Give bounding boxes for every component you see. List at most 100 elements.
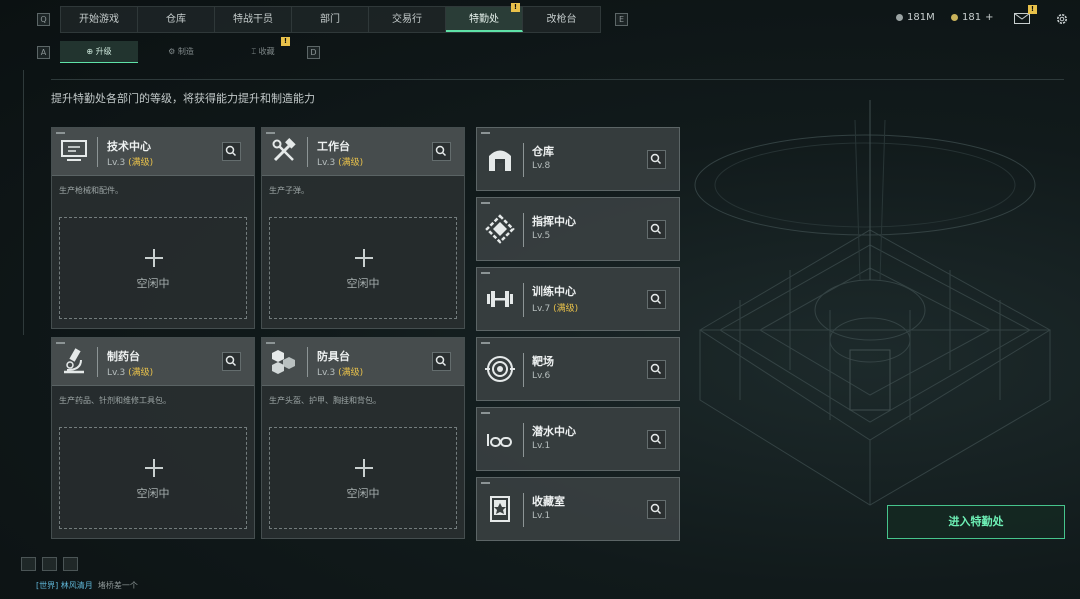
inspect-button[interactable] [647,220,666,239]
corner-mark [56,342,65,344]
card-title: 防具台 [317,350,350,363]
inspect-button[interactable] [222,352,241,371]
currency-primary[interactable]: 181M [896,12,935,23]
production-slot[interactable]: 空闲中 [269,427,457,529]
coin-icon [896,14,903,21]
corner-mark [266,132,275,134]
subtab-collection[interactable]: ⌶ 收藏! [224,37,302,63]
tab-trading[interactable]: 交易行 [369,7,446,32]
room-warehouse[interactable]: 仓库 Lv.8 [476,127,680,191]
tab-department[interactable]: 部门 [292,7,369,32]
tab-special-ops[interactable]: 特勤处! [446,3,523,32]
card-level: Lv.3 (满级) [317,155,363,168]
header-divider [51,79,1064,80]
subtab-craft-label: 制造 [177,47,194,56]
currency-secondary[interactable]: 181 + [951,12,993,23]
inspect-button[interactable] [647,500,666,519]
chat-channel: [世界] [36,581,59,590]
chat-message[interactable]: [世界] 林风清月 堵桥差一个 [36,580,138,591]
corner-mark [481,412,490,414]
inspect-button[interactable] [647,290,666,309]
subtab-upgrade-label: 升级 [95,47,112,56]
gear-icon [1057,14,1067,24]
key-hint-d: D [307,46,320,59]
chat-toggle-1[interactable] [21,557,36,571]
room-diving-center[interactable]: 潜水中心 Lv.1 [476,407,680,471]
card-level: Lv.3 (满级) [317,365,363,378]
settings-button[interactable] [1055,11,1069,25]
level-text: Lv.3 [317,158,336,168]
level-text: Lv.1 [532,441,551,451]
card-description: 生产药品、针剂和维修工具包。 [59,396,171,405]
left-decor-line [23,70,24,335]
plus-icon [145,459,163,477]
inspect-button[interactable] [222,142,241,161]
room-level: Lv.8 [532,161,550,171]
search-icon [650,433,662,445]
search-icon [650,223,662,235]
level-text: Lv.3 [107,158,126,168]
chat-toggle-2[interactable] [42,557,57,571]
plus-icon [145,249,163,267]
workshop-card-workbench[interactable]: 工作台 Lv.3 (满级) 生产子弹。 空闲中 [261,127,465,329]
chat-toggle-3[interactable] [63,557,78,571]
header-separator [97,347,98,377]
slot-status: 空闲中 [346,277,380,290]
subtab-collection-label: 收藏 [258,47,275,56]
room-level: Lv.1 [532,441,550,451]
plus-icon [355,249,373,267]
inspect-button[interactable] [647,360,666,379]
subtab-upgrade[interactable]: ⊕ 升级 [60,41,138,63]
room-collection[interactable]: 收藏室 Lv.1 [476,477,680,541]
header-separator [307,347,308,377]
currency-primary-amount: 181M [907,12,935,23]
headquarters-base-artwork [694,100,1051,506]
level-text: Lv.3 [317,368,336,378]
inspect-button[interactable] [647,430,666,449]
production-slot[interactable]: 空闲中 [59,427,247,529]
mail-button[interactable]: ! [1014,5,1037,24]
diving-mask-icon [487,434,512,447]
card-header: 防具台 Lv.3 (满级) [262,338,464,386]
currency-add-button[interactable]: + [985,12,993,23]
card-title: 技术中心 [107,140,151,153]
subtab-craft[interactable]: ⚙ 制造 [142,41,220,63]
card-description: 生产枪械和配件。 [59,186,123,195]
plus-icon [355,459,373,477]
tab-gunsmith[interactable]: 改枪台 [523,7,600,32]
tab-operators[interactable]: 特战干员 [215,7,292,32]
production-slot[interactable]: 空闲中 [59,217,247,319]
room-training-center[interactable]: 训练中心 Lv.7 (满级) [476,267,680,331]
room-separator [523,143,524,177]
room-title: 靶场 [532,355,554,368]
room-command-center[interactable]: 指挥中心 Lv.5 [476,197,680,261]
corner-mark [481,482,490,484]
page-description: 提升特勤处各部门的等级，将获得能力提升和制造能力 [51,92,315,105]
room-separator [523,493,524,527]
workshop-card-armor-bench[interactable]: 防具台 Lv.3 (满级) 生产头盔、护甲、胸挂和背包。 空闲中 [261,337,465,539]
production-slot[interactable]: 空闲中 [269,217,457,319]
tab-warehouse[interactable]: 仓库 [138,7,215,32]
room-shooting-range[interactable]: 靶场 Lv.6 [476,337,680,401]
tab-start-game[interactable]: 开始游戏 [61,7,138,32]
warehouse-icon [489,150,511,171]
room-title: 潜水中心 [532,425,576,438]
cubes-icon [272,350,295,374]
inspect-button[interactable] [647,150,666,169]
card-level: Lv.3 (满级) [107,365,153,378]
level-text: Lv.8 [532,161,551,171]
workshop-card-tech-center[interactable]: 技术中心 Lv.3 (满级) 生产枪械和配件。 空闲中 [51,127,255,329]
currency-secondary-amount: 181 [962,12,982,23]
tools-icon [272,138,296,162]
inspect-button[interactable] [432,352,451,371]
max-level-tag: (满级) [553,304,579,314]
inspect-button[interactable] [432,142,451,161]
max-level-tag: (满级) [338,158,364,168]
room-level: Lv.7 (满级) [532,301,578,314]
search-icon [225,355,237,367]
card-title: 制药台 [107,350,140,363]
enter-special-ops-button[interactable]: 进入特勤处 [887,505,1065,539]
workshop-card-pharmacy[interactable]: 制药台 Lv.3 (满级) 生产药品、针剂和维修工具包。 空闲中 [51,337,255,539]
slot-status: 空闲中 [136,487,170,500]
key-hint-q: Q [37,13,50,26]
